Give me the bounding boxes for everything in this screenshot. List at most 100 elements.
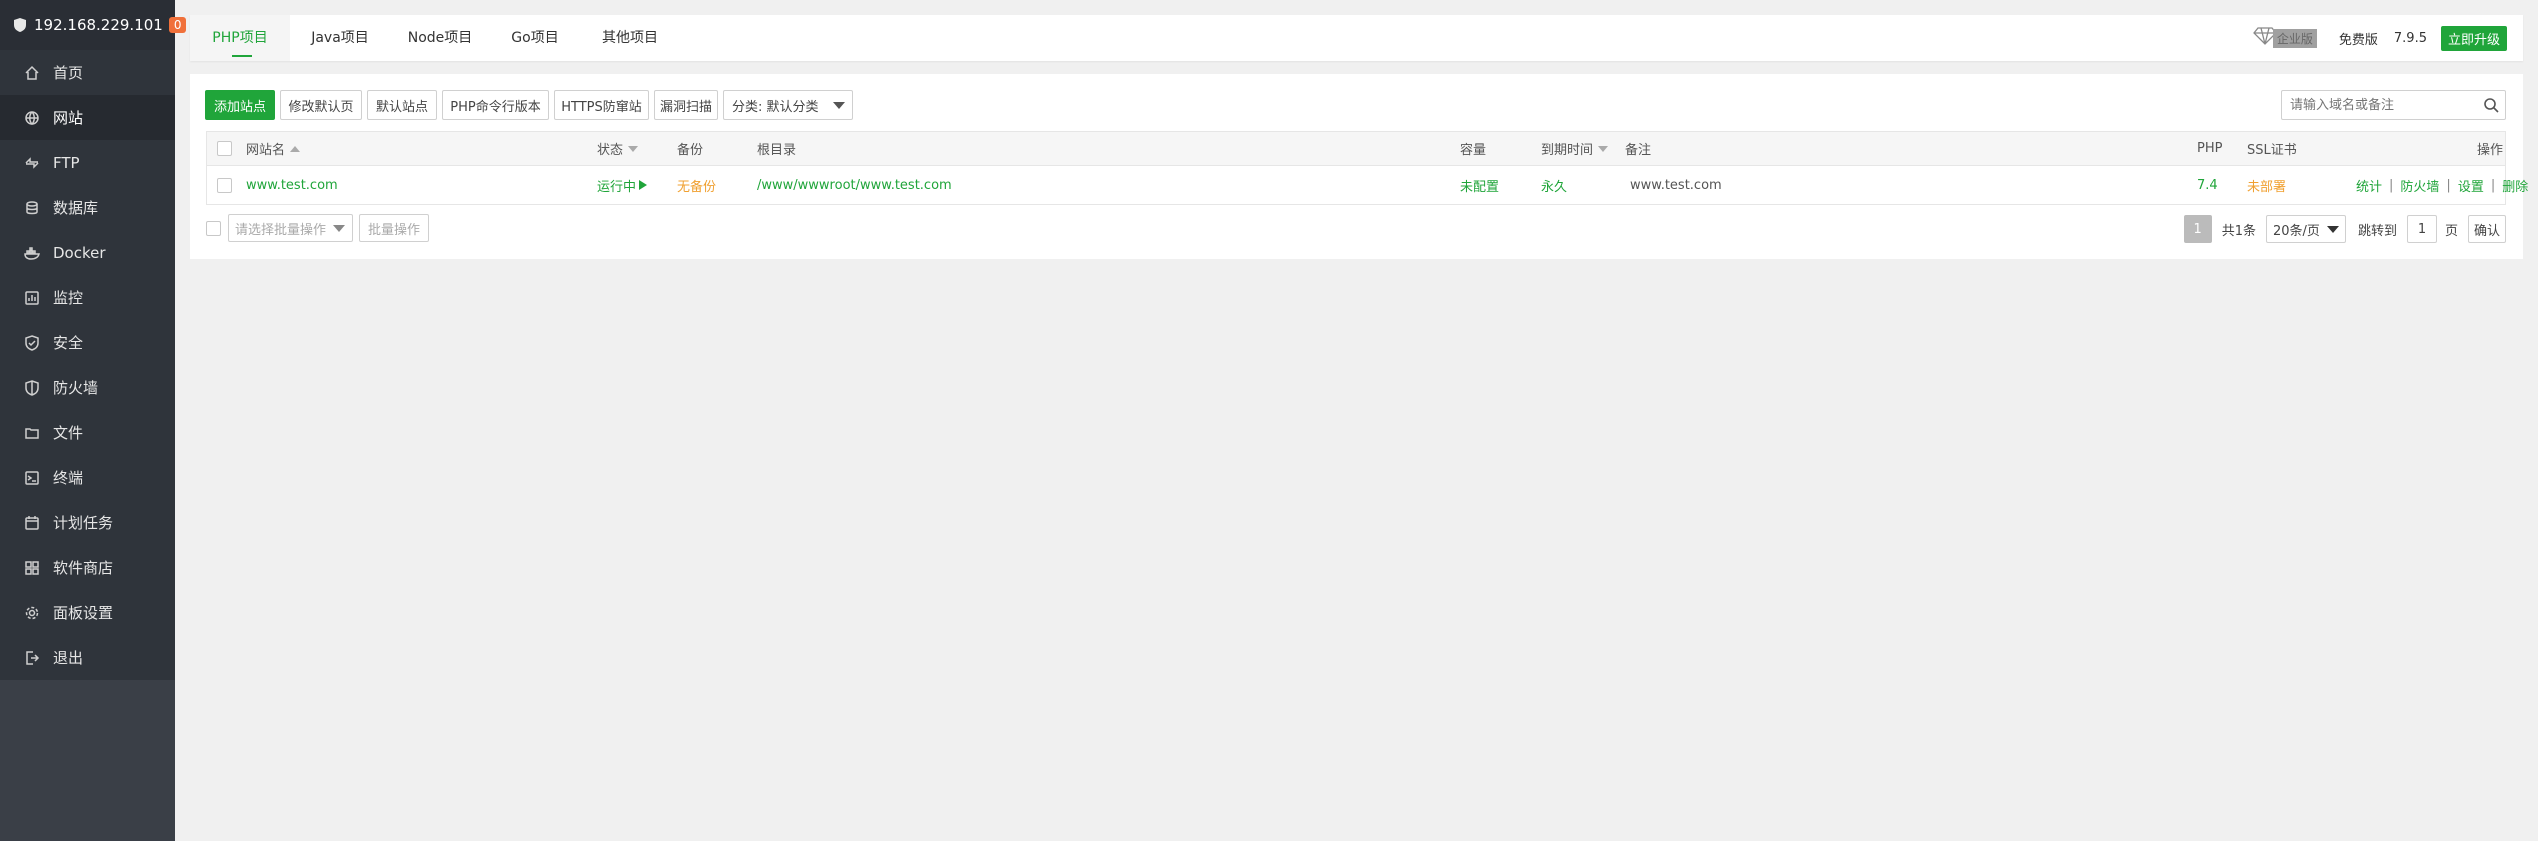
sidebar: 192.168.229.101 0 首页 网站 FTP 数据库 Docker 监… (0, 0, 187, 841)
total-count: 共1条 (2221, 223, 2256, 239)
batch-action-button[interactable]: 批量操作 (359, 214, 429, 242)
notification-badge[interactable]: 0 (168, 17, 187, 33)
footer-select-all-checkbox[interactable] (206, 221, 221, 236)
php-version-link[interactable]: 7.4 (2197, 166, 2218, 204)
table-row: www.test.com 运行中 无备份 /www/wwwroot/www.te… (207, 166, 2528, 204)
stats-link[interactable]: 统计 (2356, 176, 2382, 195)
sort-desc-icon (628, 145, 639, 152)
ssl-link[interactable]: 未部署 (2247, 166, 2286, 204)
shield-icon (22, 333, 42, 353)
version-label[interactable]: 7.9.5 (2394, 31, 2427, 46)
play-icon (639, 180, 648, 190)
page-unit-label: 页 (2444, 223, 2458, 239)
globe-icon (22, 108, 42, 128)
sidebar-item-label: 计划任务 (53, 514, 114, 532)
site-name-link[interactable]: www.test.com (246, 166, 338, 204)
home-icon (22, 63, 42, 83)
header-label: 到期时间 (1541, 143, 1594, 158)
top-right-info: 企业版 免费版 7.9.5 立即升级 (2253, 15, 2507, 61)
sidebar-item-files[interactable]: 文件 (0, 410, 175, 455)
sidebar-item-cron[interactable]: 计划任务 (0, 500, 175, 545)
jump-confirm-button[interactable]: 确认 (2468, 215, 2506, 243)
calendar-icon (22, 513, 42, 533)
server-header: 192.168.229.101 0 (0, 0, 187, 50)
table-header: 网站名 状态 备份 根目录 容量 到期时间 备注 PHP SSL证书 操作 (207, 132, 2505, 166)
sidebar-item-label: 面板设置 (53, 604, 114, 622)
tab-other[interactable]: 其他项目 (580, 15, 680, 61)
backup-link[interactable]: 无备份 (677, 166, 716, 204)
chevron-down-icon (2326, 226, 2339, 233)
sidebar-item-ftp[interactable]: FTP (0, 140, 175, 185)
sidebar-item-home[interactable]: 首页 (0, 50, 175, 95)
sidebar-item-logout[interactable]: 退出 (0, 635, 175, 680)
jump-page-input[interactable]: 1 (2406, 215, 2437, 243)
root-dir-link[interactable]: /www/wwwroot/www.test.com (757, 166, 952, 204)
jump-to-label: 跳转到 (2357, 223, 2397, 239)
select-all-checkbox[interactable] (217, 132, 232, 165)
sidebar-item-security[interactable]: 安全 (0, 320, 175, 365)
project-tabs-bar: PHP项目 Java项目 Node项目 Go项目 其他项目 企业版 免费版 7.… (190, 15, 2523, 61)
sidebar-item-settings[interactable]: 面板设置 (0, 590, 175, 635)
upgrade-button[interactable]: 立即升级 (2440, 25, 2507, 51)
sidebar-item-store[interactable]: 软件商店 (0, 545, 175, 590)
search-icon[interactable] (2483, 97, 2499, 117)
enterprise-badge[interactable]: 企业版 (2253, 27, 2317, 49)
sidebar-item-label: 安全 (53, 334, 84, 352)
current-page[interactable]: 1 (2183, 215, 2212, 243)
row-checkbox[interactable] (217, 166, 232, 204)
sort-asc-icon (290, 145, 301, 152)
sidebar-item-firewall[interactable]: 防火墙 (0, 365, 175, 410)
header-php: PHP (2197, 141, 2223, 156)
vuln-scan-button[interactable]: 漏洞扫描 (654, 90, 718, 120)
header-ssl: SSL证书 (2247, 143, 2297, 158)
pagination: 1 共1条 20条/页 跳转到 1 页 确认 (2183, 214, 2506, 244)
search-input[interactable] (2282, 91, 2472, 119)
site-table: 网站名 状态 备份 根目录 容量 到期时间 备注 PHP SSL证书 操作 ww… (206, 131, 2528, 205)
gear-icon (22, 603, 42, 623)
delete-link[interactable]: 删除 (2502, 176, 2528, 195)
enterprise-label: 企业版 (2272, 28, 2317, 48)
header-site-name[interactable]: 网站名 (246, 132, 301, 165)
header-status[interactable]: 状态 (597, 132, 639, 165)
category-select-value: 分类: 默认分类 (732, 99, 819, 115)
expire-link[interactable]: 永久 (1541, 166, 1567, 204)
batch-action-select[interactable]: 请选择批量操作 (228, 214, 353, 242)
server-ip: 192.168.229.101 (34, 16, 163, 34)
remark-field[interactable]: www.test.com (1630, 166, 1722, 204)
table-footer: 请选择批量操作 批量操作 1 共1条 20条/页 跳转到 1 页 确认 (206, 214, 2506, 244)
sidebar-item-label: 文件 (53, 424, 84, 442)
add-site-button[interactable]: 添加站点 (205, 90, 275, 120)
edit-default-page-button[interactable]: 修改默认页 (280, 90, 362, 120)
separator: | (2490, 177, 2496, 193)
row-actions: 统计 | 防火墙 | 设置 | 删除 (2356, 166, 2528, 204)
settings-link[interactable]: 设置 (2458, 176, 2484, 195)
php-cli-version-button[interactable]: PHP命令行版本 (442, 90, 549, 120)
sidebar-item-monitor[interactable]: 监控 (0, 275, 175, 320)
firewall-icon (22, 378, 42, 398)
sidebar-item-label: 终端 (53, 469, 84, 487)
sidebar-item-label: 数据库 (53, 199, 99, 217)
per-page-select[interactable]: 20条/页 (2265, 215, 2346, 243)
category-select[interactable]: 分类: 默认分类 (723, 90, 853, 120)
tab-java[interactable]: Java项目 (290, 15, 390, 61)
status-label: 运行中 (597, 179, 637, 195)
header-expire[interactable]: 到期时间 (1541, 132, 1609, 165)
tab-node[interactable]: Node项目 (390, 15, 490, 61)
shield-logo-icon (12, 16, 28, 34)
sidebar-item-database[interactable]: 数据库 (0, 185, 175, 230)
https-protection-button[interactable]: HTTPS防窜站 (554, 90, 649, 120)
firewall-link[interactable]: 防火墙 (2400, 176, 2439, 195)
tab-go[interactable]: Go项目 (490, 15, 580, 61)
tab-php[interactable]: PHP项目 (190, 15, 290, 61)
chevron-down-icon (833, 102, 845, 109)
sidebar-item-docker[interactable]: Docker (0, 230, 175, 275)
capacity-link[interactable]: 未配置 (1460, 166, 1499, 204)
sidebar-item-terminal[interactable]: 终端 (0, 455, 175, 500)
sidebar-item-label: 首页 (53, 64, 84, 82)
header-remark: 备注 (1625, 143, 1652, 158)
sidebar-item-label: 监控 (53, 289, 84, 307)
apps-icon (22, 558, 42, 578)
sidebar-item-website[interactable]: 网站 (0, 95, 175, 140)
status-toggle[interactable]: 运行中 (597, 166, 648, 204)
default-site-button[interactable]: 默认站点 (367, 90, 437, 120)
